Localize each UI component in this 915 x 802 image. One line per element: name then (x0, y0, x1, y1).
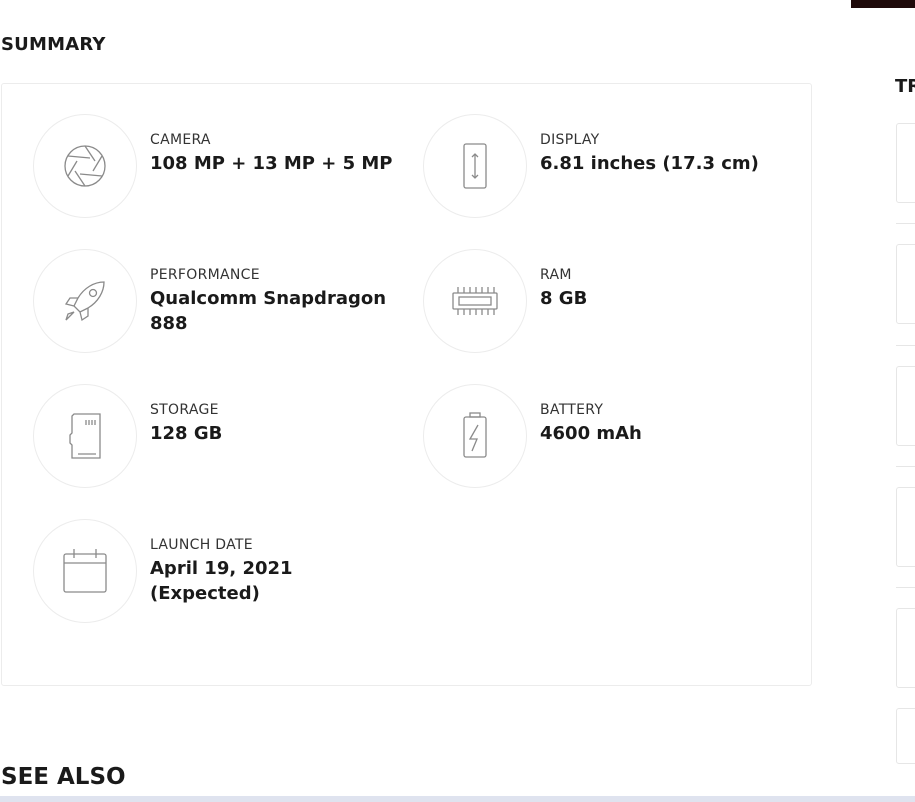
spec-value: April 19, 2021 (Expected) (150, 558, 293, 604)
spec-value: 128 GB (150, 423, 223, 444)
summary-card: CAMERA 108 MP + 13 MP + 5 MP DISPLAY 6.8… (1, 83, 812, 686)
spec-value: 108 MP + 13 MP + 5 MP (150, 153, 393, 174)
spec-value: Qualcomm Snapdragon 888 (150, 288, 387, 334)
sd-card-icon (69, 413, 101, 459)
spec-value: 4600 mAh (540, 423, 642, 444)
battery-icon (463, 412, 487, 458)
spec-label: CAMERA (150, 132, 211, 148)
sidebar-card[interactable] (896, 487, 915, 567)
spec-label: STORAGE (150, 402, 219, 418)
sidebar-card[interactable] (896, 708, 915, 764)
storage-icon-circle (33, 384, 137, 488)
sidebar-card[interactable] (896, 366, 915, 446)
spec-launch-date: LAUNCH DATE April 19, 2021 (Expected) (33, 519, 393, 629)
spec-ram: RAM 8 GB (423, 249, 783, 359)
spec-value: 6.81 inches (17.3 cm) (540, 153, 759, 174)
camera-icon-circle (33, 114, 137, 218)
spec-camera: CAMERA 108 MP + 13 MP + 5 MP (33, 114, 393, 224)
see-also-title: SEE ALSO (1, 764, 126, 790)
spec-label: RAM (540, 267, 572, 283)
sidebar-divider (896, 223, 915, 224)
sidebar-card[interactable] (896, 244, 915, 324)
header-badge (851, 0, 915, 8)
sidebar-divider (896, 466, 915, 467)
battery-icon-circle (423, 384, 527, 488)
sidebar-divider (896, 587, 915, 588)
spec-storage: STORAGE 128 GB (33, 384, 393, 494)
spec-label: DISPLAY (540, 132, 600, 148)
display-icon-circle (423, 114, 527, 218)
spec-label: LAUNCH DATE (150, 537, 253, 553)
ram-icon-circle (423, 249, 527, 353)
sidebar-divider (896, 345, 915, 346)
memory-chip-icon (452, 287, 498, 315)
spec-performance: PERFORMANCE Qualcomm Snapdragon 888 (33, 249, 393, 359)
spec-display: DISPLAY 6.81 inches (17.3 cm) (423, 114, 783, 224)
summary-title: SUMMARY (1, 34, 106, 55)
sidebar-title: TR (895, 76, 915, 97)
launch-date-icon-circle (33, 519, 137, 623)
calendar-icon (63, 549, 107, 593)
sidebar-card[interactable] (896, 608, 915, 688)
camera-aperture-icon (64, 145, 106, 187)
bottom-strip (0, 796, 915, 802)
spec-value: 8 GB (540, 288, 588, 309)
spec-label: BATTERY (540, 402, 604, 418)
phone-display-icon (463, 143, 487, 189)
performance-icon-circle (33, 249, 137, 353)
sidebar-card[interactable] (896, 123, 915, 203)
rocket-icon (64, 281, 105, 322)
spec-label: PERFORMANCE (150, 267, 260, 283)
spec-battery: BATTERY 4600 mAh (423, 384, 783, 494)
